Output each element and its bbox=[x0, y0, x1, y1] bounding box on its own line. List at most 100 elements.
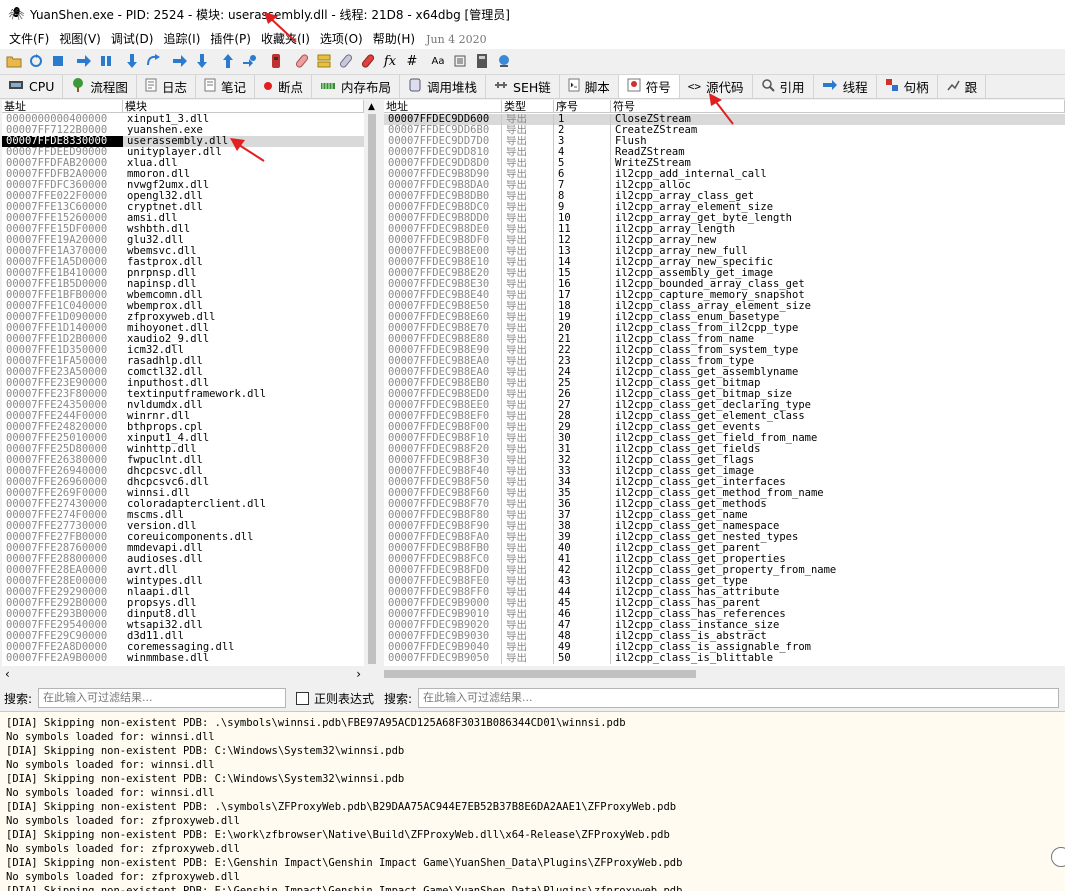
module-row[interactable]: 00007FFE244F0000 winrnr.dll bbox=[2, 411, 364, 422]
symbol-row[interactable]: 00007FFDEC9DD8D0 导出 5 WriteZStream bbox=[384, 158, 1065, 169]
restart-icon[interactable] bbox=[25, 51, 47, 71]
pause-icon[interactable] bbox=[95, 51, 117, 71]
symbol-row[interactable]: 00007FFDEC9B8DF0 导出 12 il2cpp_array_new bbox=[384, 235, 1065, 246]
symbol-row[interactable]: 00007FFDEC9B8EE0 导出 27 il2cpp_class_get_dec… bbox=[384, 400, 1065, 411]
module-row[interactable]: 00007FFE26940000 dhcpcsvc.dll bbox=[2, 466, 364, 477]
module-row[interactable]: 00007FFE1D350000 icm32.dll bbox=[2, 345, 364, 356]
symbol-row[interactable]: 00007FFDEC9B9000 导出 45 il2cpp_class_has_par… bbox=[384, 598, 1065, 609]
symbol-row[interactable]: 00007FFDEC9B8EA0 导出 23 il2cpp_class_from_ty… bbox=[384, 356, 1065, 367]
module-row[interactable]: 00007FFE2A8D0000 coremessaging.dll bbox=[2, 642, 364, 653]
module-row[interactable]: 00007FFE23A50000 comctl32.dll bbox=[2, 367, 364, 378]
symbol-row[interactable]: 00007FFDEC9B8DD0 导出 10 il2cpp_array_get_byt… bbox=[384, 213, 1065, 224]
symbol-row[interactable]: 00007FFDEC9DD810 导出 4 ReadZStream bbox=[384, 147, 1065, 158]
module-row[interactable]: 00007FFE27730000 version.dll bbox=[2, 521, 364, 532]
module-row[interactable]: 00007FFE25010000 xinput1_4.dll bbox=[2, 433, 364, 444]
tab-handles[interactable]: 句柄 bbox=[877, 75, 938, 98]
symbol-row[interactable]: 00007FFDEC9B8EF0 导出 28 il2cpp_class_get_ele… bbox=[384, 411, 1065, 422]
tab-log[interactable]: 日志 bbox=[137, 75, 196, 98]
module-row[interactable]: 00007FFE1FA50000 rasadhlp.dll bbox=[2, 356, 364, 367]
symbol-row[interactable]: 00007FFDEC9B8E60 导出 19 il2cpp_class_enum_ba… bbox=[384, 312, 1065, 323]
label-icon[interactable] bbox=[313, 51, 335, 71]
module-row[interactable]: 00007FFE1BFB0000 wbemcomn.dll bbox=[2, 290, 364, 301]
tab-cpu[interactable]: CPU bbox=[0, 75, 64, 98]
symbol-row[interactable]: 00007FFDEC9B8F30 导出 32 il2cpp_class_get_fla… bbox=[384, 455, 1065, 466]
symbol-row[interactable]: 00007FFDEC9B8F10 导出 30 il2cpp_class_get_fie… bbox=[384, 433, 1065, 444]
module-row[interactable]: 0000000000400000 xinput1_3.dll bbox=[2, 114, 364, 125]
symbol-row[interactable]: 00007FFDEC9B8E30 导出 16 il2cpp_bounded_array… bbox=[384, 279, 1065, 290]
module-row[interactable]: 00007FFE293B0000 dinput8.dll bbox=[2, 609, 364, 620]
tab-references[interactable]: 引用 bbox=[753, 75, 814, 98]
symbol-row[interactable]: 00007FFDEC9B8DE0 导出 11 il2cpp_array_length bbox=[384, 224, 1065, 235]
run-icon[interactable] bbox=[73, 51, 95, 71]
symbol-row[interactable]: 00007FFDEC9B9030 导出 48 il2cpp_class_is_abst… bbox=[384, 631, 1065, 642]
symbol-row[interactable]: 00007FFDEC9B8FE0 导出 43 il2cpp_class_get_typ… bbox=[384, 576, 1065, 587]
module-row[interactable]: 00007FFE25D80000 winhttp.dll bbox=[2, 444, 364, 455]
module-row[interactable]: 00007FFE1D2B0000 xaudio2_9.dll bbox=[2, 334, 364, 345]
module-row[interactable]: 00007FFE1B410000 pnrpnsp.dll bbox=[2, 268, 364, 279]
modules-vertical-scrollbar[interactable]: ▲ bbox=[364, 100, 380, 682]
symbol-row[interactable]: 00007FFDEC9B9010 导出 46 il2cpp_class_has_ref… bbox=[384, 609, 1065, 620]
tab-threads[interactable]: 线程 bbox=[814, 75, 877, 98]
symbol-row[interactable]: 00007FFDEC9B8DB0 导出 8 il2cpp_array_class_ge… bbox=[384, 191, 1065, 202]
column-header-module[interactable]: 模块 bbox=[123, 100, 364, 112]
module-row[interactable]: 00007FFE27430000 coloradapterclient.dll bbox=[2, 499, 364, 510]
module-row[interactable]: 00007FFE29540000 wtsapi32.dll bbox=[2, 620, 364, 631]
module-row[interactable]: 00007FFDFB2A0000 mmoron.dll bbox=[2, 169, 364, 180]
scroll-thumb[interactable] bbox=[368, 114, 376, 664]
symbol-row[interactable]: 00007FFDEC9B8DC0 导出 9 il2cpp_array_element_… bbox=[384, 202, 1065, 213]
scroll-thumb[interactable] bbox=[384, 670, 696, 678]
tab-breakpoints[interactable]: 断点 bbox=[255, 75, 312, 98]
globe-icon[interactable] bbox=[493, 51, 515, 71]
settings-icon[interactable] bbox=[449, 51, 471, 71]
open-icon[interactable] bbox=[3, 51, 25, 71]
module-row[interactable]: 00007FF7122B0000 yuanshen.exe bbox=[2, 125, 364, 136]
symbol-row[interactable]: 00007FFDEC9B8F40 导出 33 il2cpp_class_get_ima… bbox=[384, 466, 1065, 477]
module-row[interactable]: 00007FFE28800000 audioses.dll bbox=[2, 554, 364, 565]
column-header-ordinal[interactable]: 序号 bbox=[554, 100, 611, 112]
symbol-row[interactable]: 00007FFDEC9B8EB0 导出 25 il2cpp_class_get_bit… bbox=[384, 378, 1065, 389]
scroll-right-icon[interactable]: › bbox=[356, 667, 361, 681]
symbol-row[interactable]: 00007FFDEC9B8FA0 导出 39 il2cpp_class_get_nes… bbox=[384, 532, 1065, 543]
tab-graph[interactable]: 流程图 bbox=[63, 75, 137, 98]
module-row[interactable]: 00007FFE1B5D0000 napinsp.dll bbox=[2, 279, 364, 290]
step-over-icon[interactable] bbox=[143, 51, 165, 71]
module-row[interactable]: 00007FFE24820000 bthprops.cpl bbox=[2, 422, 364, 433]
column-header-base[interactable]: 基址 bbox=[2, 100, 123, 112]
symbol-row[interactable]: 00007FFDEC9B8F60 导出 35 il2cpp_class_get_met… bbox=[384, 488, 1065, 499]
menu-view[interactable]: 视图(V) bbox=[54, 29, 106, 49]
module-row[interactable]: 00007FFE28760000 mmdevapi.dll bbox=[2, 543, 364, 554]
step-into-icon[interactable] bbox=[121, 51, 143, 71]
symbol-row[interactable]: 00007FFDEC9B8E10 导出 14 il2cpp_array_new_spe… bbox=[384, 257, 1065, 268]
symbol-row[interactable]: 00007FFDEC9B8F90 导出 38 il2cpp_class_get_nam… bbox=[384, 521, 1065, 532]
tab-script[interactable]: 脚本 bbox=[560, 75, 619, 98]
symbol-search-input[interactable]: 在此输入可过滤结果... bbox=[418, 688, 1060, 708]
regex-checkbox[interactable] bbox=[296, 691, 310, 705]
symbol-row[interactable]: 00007FFDEC9DD7D0 导出 3 Flush bbox=[384, 136, 1065, 147]
comment-icon[interactable] bbox=[291, 51, 313, 71]
module-row[interactable]: 00007FFE15DF0000 wshbth.dll bbox=[2, 224, 364, 235]
symbol-row[interactable]: 00007FFDEC9B8EA0 导出 24 il2cpp_class_get_ass… bbox=[384, 367, 1065, 378]
symbols-horizontal-scrollbar[interactable] bbox=[384, 666, 1065, 682]
function-icon[interactable] bbox=[357, 51, 379, 71]
symbol-row[interactable]: 00007FFDEC9B8F50 导出 34 il2cpp_class_get_int… bbox=[384, 477, 1065, 488]
symbol-row[interactable]: 00007FFDEC9B8D90 导出 6 il2cpp_add_internal_c… bbox=[384, 169, 1065, 180]
module-row[interactable]: 00007FFE274F0000 mscms.dll bbox=[2, 510, 364, 521]
module-row[interactable]: 00007FFE23E90000 inputhost.dll bbox=[2, 378, 364, 389]
calculator-icon[interactable] bbox=[471, 51, 493, 71]
execute-till-return-icon[interactable] bbox=[217, 51, 239, 71]
symbol-row[interactable]: 00007FFDEC9B8FB0 导出 40 il2cpp_class_get_par… bbox=[384, 543, 1065, 554]
menu-plugins[interactable]: 插件(P) bbox=[205, 29, 256, 49]
column-header-symbol[interactable]: 符号 bbox=[611, 100, 1065, 112]
module-row[interactable]: 00007FFE1A370000 wbemsvc.dll bbox=[2, 246, 364, 257]
symbol-row[interactable]: 00007FFDEC9B8DA0 导出 7 il2cpp_alloc bbox=[384, 180, 1065, 191]
menu-options[interactable]: 选项(O) bbox=[315, 29, 368, 49]
menu-trace[interactable]: 追踪(I) bbox=[158, 29, 205, 49]
scroll-left-icon[interactable]: ‹ bbox=[5, 667, 10, 681]
module-row[interactable]: 00007FFE1D090000 zfproxyweb.dll bbox=[2, 312, 364, 323]
tab-trace[interactable]: 跟 bbox=[938, 75, 987, 98]
tab-seh[interactable]: SEH链 bbox=[486, 75, 560, 98]
font-icon[interactable]: Aa bbox=[427, 51, 449, 71]
symbol-row[interactable]: 00007FFDEC9B8FD0 导出 42 il2cpp_class_get_pro… bbox=[384, 565, 1065, 576]
symbol-row[interactable]: 00007FFDEC9B8E90 导出 22 il2cpp_class_from_sy… bbox=[384, 345, 1065, 356]
module-row[interactable]: 00007FFE269F0000 winnsi.dll bbox=[2, 488, 364, 499]
